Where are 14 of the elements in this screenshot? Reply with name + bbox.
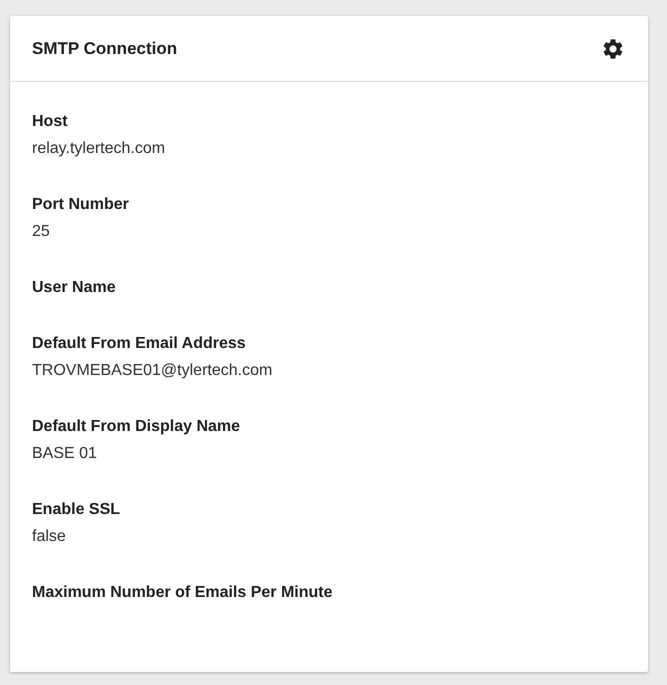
field-label: Host — [32, 112, 69, 132]
field-label: Maximum Number of Emails Per Minute — [32, 583, 334, 603]
card-title: SMTP Connection — [32, 38, 178, 58]
settings-icon[interactable] — [601, 36, 625, 60]
field-value: TROVMEBASE01@tylertech.com — [32, 361, 274, 381]
field-value: relay.tylertech.com — [32, 139, 166, 159]
field-label: Default From Email Address — [32, 334, 247, 354]
field-label: User Name — [32, 278, 117, 298]
field-value: 25 — [32, 222, 51, 242]
field-label: Default From Display Name — [32, 417, 242, 437]
field-label: Enable SSL — [32, 500, 122, 520]
field-value: BASE 01 — [32, 444, 98, 464]
field-label: Port Number — [32, 195, 130, 215]
field-value: false — [32, 527, 67, 547]
